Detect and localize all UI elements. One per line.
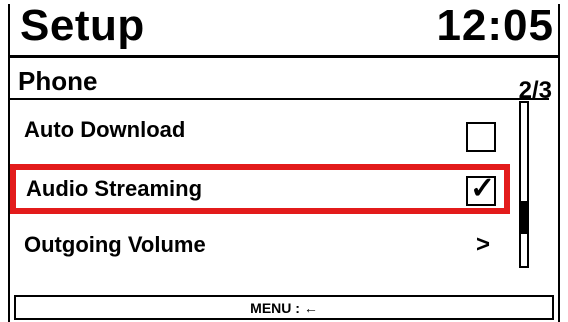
menu-item-audio-streaming[interactable]: Audio Streaming (10, 164, 510, 214)
screen-title: Setup (20, 1, 145, 50)
scrollbar[interactable] (519, 101, 529, 268)
display-screen: Setup 12:05 Phone 2/3 Auto Download Audi… (0, 0, 568, 322)
menu-item-outgoing-volume[interactable]: Outgoing Volume (8, 217, 513, 273)
menu-item-auto-download[interactable]: Auto Download (8, 102, 513, 158)
menu-item-label: Auto Download (24, 117, 186, 142)
scrollbar-thumb[interactable] (521, 201, 527, 234)
checkmark-icon: ✓ (470, 172, 496, 205)
softkey-label: MENU : ← (250, 300, 318, 316)
section-title: Phone (18, 66, 98, 96)
clock: 12:05 (436, 1, 554, 50)
audio-streaming-checkbox[interactable]: ✓ (466, 172, 496, 206)
menu-softkey[interactable]: MENU : ← (14, 295, 554, 320)
chevron-right-icon: > (476, 231, 491, 258)
auto-download-checkbox[interactable] (466, 122, 496, 152)
menu-item-label: Audio Streaming (26, 176, 203, 201)
menu-item-label: Outgoing Volume (24, 232, 206, 257)
header-divider (8, 55, 560, 58)
section-divider (8, 98, 549, 100)
